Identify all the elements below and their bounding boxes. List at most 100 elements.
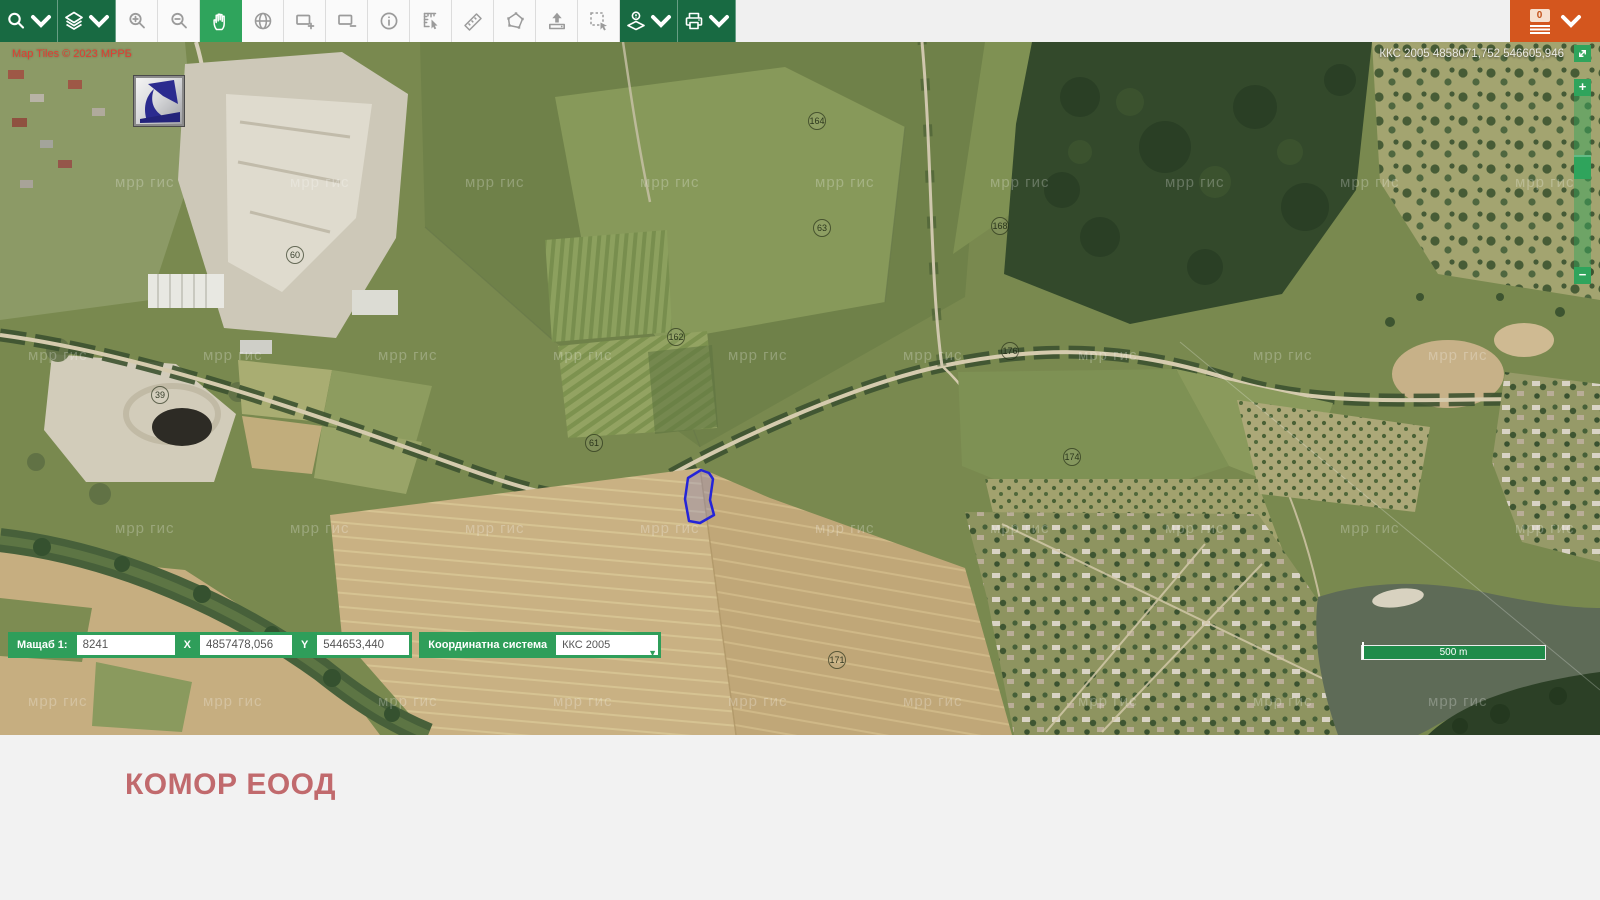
zoom-out-map-button[interactable]: − xyxy=(1574,267,1591,284)
map-watermark: мрр гис xyxy=(1253,693,1313,710)
measure-xy-icon xyxy=(420,10,442,32)
chevron-down-icon xyxy=(708,10,730,32)
zoom-out-button[interactable] xyxy=(158,0,200,42)
zoom-out-icon xyxy=(168,10,190,32)
pan-button[interactable] xyxy=(200,0,242,42)
measure-distance-icon xyxy=(462,10,484,32)
info-icon xyxy=(378,10,400,32)
app-logo xyxy=(134,76,184,126)
upload-button[interactable] xyxy=(536,0,578,42)
chevron-down-icon xyxy=(30,10,52,32)
globe-button[interactable] xyxy=(242,0,284,42)
map-watermark: мрр гис xyxy=(378,693,438,710)
select-region-button[interactable] xyxy=(578,0,620,42)
scale-bar: 500 m xyxy=(1361,645,1546,660)
crs-panel: Координатна система ККС 2005 ▼ xyxy=(419,632,661,658)
zoom-slider-handle[interactable] xyxy=(1574,155,1591,179)
print-button[interactable] xyxy=(678,0,736,42)
map-watermark: мрр гис xyxy=(378,347,438,364)
zoom-box-in-button[interactable] xyxy=(284,0,326,42)
zone-label: 164 xyxy=(809,116,824,126)
identify-layers-button[interactable] xyxy=(620,0,678,42)
map-watermark: мрр гис xyxy=(28,347,88,364)
map-viewport[interactable]: мрр гис мрр гис мрр гис мрр гис мрр гис мрр г… xyxy=(0,42,1600,735)
company-title: КОМОР ЕООД xyxy=(0,735,1600,802)
zone-label: 61 xyxy=(589,438,599,448)
scale-input[interactable] xyxy=(77,635,175,655)
zoom-box-out-button[interactable] xyxy=(326,0,368,42)
cursor-coordinates: ККС 2005 4858071,752 546605,946 xyxy=(1379,48,1564,60)
zone-label: 174 xyxy=(1064,452,1079,462)
reports-icon: 0 xyxy=(1529,9,1551,34)
map-watermark: мрр гис xyxy=(815,520,875,537)
crs-select[interactable]: ККС 2005 ▼ xyxy=(556,635,658,655)
identify-layers-icon xyxy=(625,10,647,32)
map-attribution: Map Tiles © 2023 МРРБ xyxy=(12,48,132,60)
logo-mark xyxy=(136,78,182,124)
upload-icon xyxy=(546,10,568,32)
map-watermark: мрр гис xyxy=(290,520,350,537)
y-input[interactable] xyxy=(317,635,409,655)
search-icon xyxy=(5,10,27,32)
measure-area-icon xyxy=(504,10,526,32)
measure-area-button[interactable] xyxy=(494,0,536,42)
map-watermark: мрр гис xyxy=(903,347,963,364)
zoom-in-map-button[interactable]: + xyxy=(1574,79,1591,96)
search-button[interactable] xyxy=(0,0,58,42)
map-zoom-controls: + − xyxy=(1574,45,1591,284)
select-region-icon xyxy=(588,10,610,32)
x-label: X xyxy=(178,639,197,651)
map-watermark: мрр гис xyxy=(28,693,88,710)
zoom-box-in-icon xyxy=(294,10,316,32)
map-watermark: мрр гис xyxy=(1078,693,1138,710)
zone-label: 39 xyxy=(155,390,165,400)
chevron-down-icon xyxy=(1560,10,1582,32)
map-watermark: мрр гис xyxy=(990,174,1050,191)
zone-label: 171 xyxy=(829,655,844,665)
zone-label: 162 xyxy=(668,332,683,342)
measure-xy-button[interactable] xyxy=(410,0,452,42)
map-watermark: мрр гис xyxy=(815,174,875,191)
zone-label: 60 xyxy=(290,250,300,260)
map-watermark: мрр гис xyxy=(465,174,525,191)
map-watermark: мрр гис xyxy=(1340,520,1400,537)
zone-label: 168 xyxy=(992,221,1007,231)
map-watermark: мрр гис xyxy=(1165,520,1225,537)
chevron-down-icon: ▼ xyxy=(648,649,657,658)
map-watermark: мрр гис xyxy=(553,347,613,364)
page-footer: КОМОР ЕООД xyxy=(0,735,1600,900)
coordinates-panel: Мащаб 1: X Y xyxy=(8,632,412,658)
map-watermark: мрр гис xyxy=(728,693,788,710)
map-watermark: мрр гис xyxy=(553,693,613,710)
x-input[interactable] xyxy=(200,635,292,655)
zone-label: 176 xyxy=(1002,346,1017,356)
map-watermark: мрр гис xyxy=(1078,347,1138,364)
map-watermark: мрр гис xyxy=(203,347,263,364)
zoom-box-out-icon xyxy=(336,10,358,32)
map-watermark: мрр гис xyxy=(1340,174,1400,191)
layers-button[interactable] xyxy=(58,0,116,42)
crs-selected-value: ККС 2005 xyxy=(562,639,610,651)
y-label: Y xyxy=(295,639,314,651)
print-icon xyxy=(683,10,705,32)
map-watermark: мрр гис xyxy=(903,693,963,710)
zoom-slider-track[interactable] xyxy=(1574,96,1591,267)
map-watermark: мрр гис xyxy=(290,174,350,191)
zoom-in-button[interactable] xyxy=(116,0,158,42)
map-watermark: мрр гис xyxy=(1428,693,1488,710)
toolbar-spacer xyxy=(736,0,1510,42)
toolbar: 0 xyxy=(0,0,1600,42)
scale-label: Мащаб 1: xyxy=(11,639,74,651)
map-watermark: мрр гис xyxy=(640,174,700,191)
map-watermark: мрр гис xyxy=(115,174,175,191)
globe-icon xyxy=(252,10,274,32)
measure-distance-button[interactable] xyxy=(452,0,494,42)
chevron-down-icon xyxy=(650,10,672,32)
fullscreen-button[interactable] xyxy=(1574,45,1591,62)
map-statusbar: Мащаб 1: X Y Координатна система ККС 200… xyxy=(8,632,661,658)
map-watermark: мрр гис xyxy=(1253,347,1313,364)
info-button[interactable] xyxy=(368,0,410,42)
zone-label: 63 xyxy=(817,223,827,233)
selected-parcel[interactable] xyxy=(685,470,714,523)
reports-button[interactable]: 0 xyxy=(1510,0,1600,42)
